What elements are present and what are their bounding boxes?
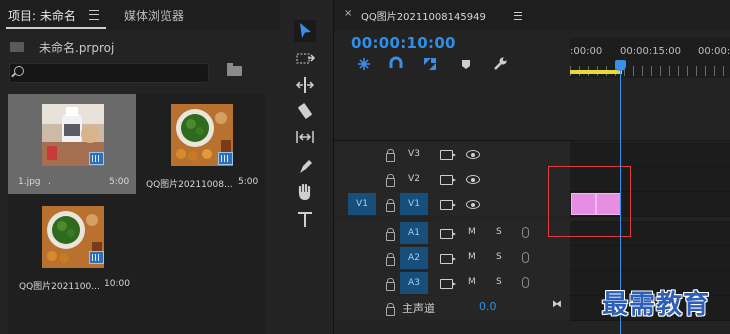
new-bin-folder-icon[interactable] [227, 63, 242, 76]
track-target-v3[interactable]: V3 [400, 143, 428, 165]
image-type-badge-icon [89, 152, 104, 165]
track-header: A2 M S [334, 246, 570, 270]
lock-icon[interactable] [386, 174, 395, 187]
add-marker-icon[interactable] [458, 56, 474, 72]
track-target-v1[interactable]: V1 [400, 193, 428, 215]
toggle-sync-lock-icon[interactable] [440, 175, 456, 185]
tools-panel [280, 0, 333, 334]
media-item-name: 1.jpg [18, 177, 41, 187]
timeline-settings-wrench-icon[interactable] [492, 56, 508, 72]
media-item-extra: . [48, 177, 51, 187]
track-row-v2: V2 [334, 167, 730, 192]
project-file-name: 未命名.prproj [39, 41, 115, 55]
close-icon[interactable]: × [344, 8, 352, 19]
image-type-badge-icon [89, 251, 104, 264]
eye-icon[interactable] [466, 200, 480, 209]
slip-tool-icon[interactable] [294, 126, 316, 148]
lock-icon[interactable] [386, 303, 395, 316]
track-header: V1 V1 [334, 192, 570, 216]
lock-icon[interactable] [386, 199, 395, 212]
track-row-a2: A2 M S [334, 246, 730, 271]
toggle-sync-lock-icon[interactable] [440, 150, 456, 160]
track-target-a1[interactable]: A1 [400, 222, 428, 244]
mute-button[interactable]: M [468, 277, 476, 287]
mute-button[interactable]: M [468, 227, 476, 237]
microphone-icon[interactable] [522, 277, 529, 288]
solo-button[interactable]: S [496, 227, 502, 237]
ruler-label: :00:00 [570, 46, 603, 57]
work-area-bar[interactable] [570, 70, 622, 74]
media-item-name: QQ图片2021100... [19, 282, 100, 292]
media-item-1[interactable]: 1.jpg . 5:00 [8, 94, 136, 194]
sequence-title[interactable]: QQ图片20211008145949 [361, 8, 486, 23]
track-lane[interactable] [570, 142, 730, 167]
track-target-a3[interactable]: A3 [400, 272, 428, 294]
toggle-sync-lock-icon[interactable] [440, 200, 456, 210]
microphone-icon[interactable] [522, 227, 529, 238]
tab-media-browser[interactable]: 媒体浏览器 [124, 7, 184, 24]
track-header: A3 M S [334, 271, 570, 295]
track-header: V2 [334, 167, 570, 191]
media-item-duration: 5:00 [238, 177, 259, 187]
track-header: V3 [334, 142, 570, 166]
playhead-handle[interactable] [615, 60, 626, 71]
master-track-label: 主声道 [402, 302, 435, 315]
master-volume-value[interactable]: 0.0 [479, 300, 497, 313]
selection-tool-icon[interactable] [294, 20, 316, 42]
solo-button[interactable]: S [496, 277, 502, 287]
nest-sequence-icon[interactable] [356, 56, 372, 72]
project-panel: 项目: 未命名 媒体浏览器 未命名.prproj 1.jpg . 5:00 QQ… [0, 0, 280, 334]
media-item-duration: 10:00 [104, 279, 130, 289]
panel-menu-icon[interactable] [89, 10, 99, 20]
ruler-label: 00:00:3 [698, 46, 730, 57]
linked-selection-icon[interactable] [422, 56, 438, 72]
track-target-a2[interactable]: A2 [400, 247, 428, 269]
project-file-icon [10, 42, 24, 52]
panel-menu-icon[interactable] [514, 12, 522, 20]
razor-tool-icon[interactable] [294, 100, 316, 122]
toggle-sync-lock-icon[interactable] [440, 279, 456, 289]
microphone-icon[interactable] [522, 252, 529, 263]
search-icon [14, 66, 24, 76]
eye-icon[interactable] [466, 175, 480, 184]
media-item-3[interactable]: QQ图片2021100... 10:00 [8, 196, 136, 296]
search-input[interactable] [9, 63, 209, 83]
ruler-label: 00:00:15:00 [620, 46, 682, 57]
track-lane[interactable] [570, 246, 730, 271]
track-row-v3: V3 [334, 142, 730, 167]
media-bin: 1.jpg . 5:00 QQ图片20211008... 5:00 QQ图片20… [8, 94, 265, 334]
track-row-a1: A1 M S [334, 221, 730, 246]
track-row-v1: V1 V1 [334, 192, 730, 217]
track-header: A1 M S [334, 221, 570, 245]
go-to-end-icon[interactable]: ⧓ [552, 299, 562, 310]
toggle-sync-lock-icon[interactable] [440, 254, 456, 264]
track-area-separator [334, 140, 730, 141]
pen-tool-icon[interactable] [294, 155, 316, 177]
media-item-2[interactable]: QQ图片20211008... 5:00 [137, 94, 265, 194]
active-tab-indicator [6, 27, 106, 29]
toggle-sync-lock-icon[interactable] [440, 229, 456, 239]
lock-icon[interactable] [386, 278, 395, 291]
ripple-edit-tool-icon[interactable] [294, 74, 316, 96]
media-item-name: QQ图片20211008... [146, 180, 233, 190]
hand-tool-icon[interactable] [294, 181, 316, 203]
snap-magnet-icon[interactable] [388, 56, 404, 72]
source-patch-v1[interactable]: V1 [348, 193, 376, 215]
mute-button[interactable]: M [468, 252, 476, 262]
track-select-tool-icon[interactable] [294, 48, 316, 70]
watermark-text: 最需教育 [602, 290, 711, 320]
tab-project[interactable]: 项目: 未命名 [8, 7, 76, 24]
track-header [334, 296, 570, 320]
eye-icon[interactable] [466, 150, 480, 159]
annotation-highlight-box [548, 166, 631, 237]
track-target-v2[interactable]: V2 [400, 168, 428, 190]
image-type-badge-icon [218, 152, 233, 165]
solo-button[interactable]: S [496, 252, 502, 262]
lock-icon[interactable] [386, 228, 395, 241]
playhead-timecode[interactable]: 00:00:10:00 [351, 34, 456, 52]
media-item-duration: 5:00 [109, 177, 130, 187]
lock-icon[interactable] [386, 253, 395, 266]
type-tool-icon[interactable] [294, 208, 316, 230]
lock-icon[interactable] [386, 149, 395, 162]
